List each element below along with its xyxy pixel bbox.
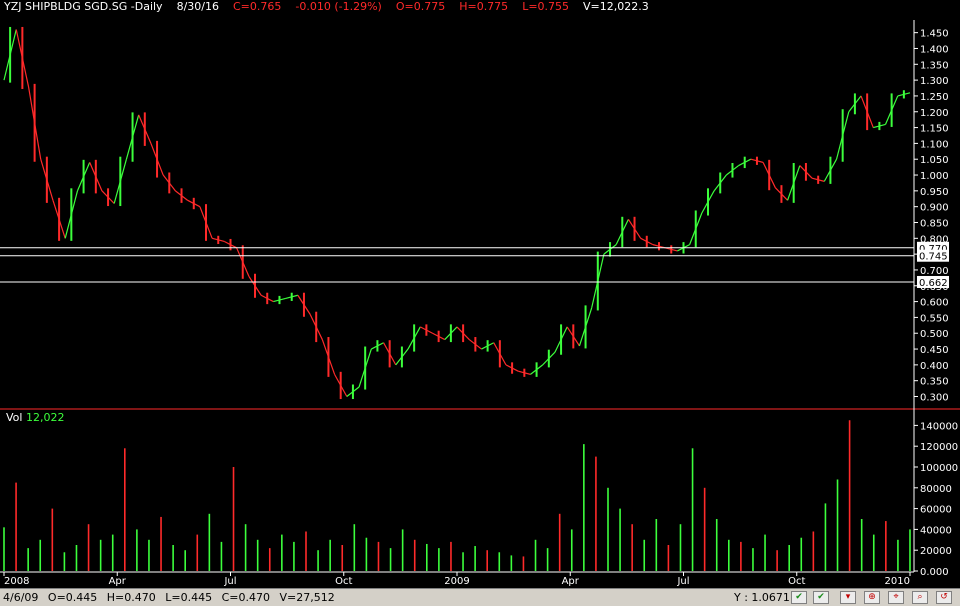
status-close: C=0.470	[221, 591, 270, 604]
time-tick-label: 2010	[885, 576, 910, 587]
checkmark-icon[interactable]: ✔	[791, 591, 807, 604]
chart-tool-icon[interactable]: ⊕	[864, 591, 880, 604]
price-tick-label: 1.400	[920, 44, 949, 55]
price-axis: 1.450 1.400 1.350 1.300 1.250 1.200 1.150 1.100…	[914, 29, 949, 404]
time-axis: 2008 Apr Jul Oct 2009 Apr Jul Oct 2010	[3, 572, 911, 587]
chart-tool-icon[interactable]: ⌖	[888, 591, 904, 604]
price-tick-label: 0.600	[920, 298, 949, 309]
volume-tick-label: 140000	[920, 421, 958, 432]
chart-header: YZJ SHIPBLDG SGD.SG -Daily 8/30/16 C=0.765…	[4, 0, 663, 14]
volume-value: 12,022	[25, 411, 65, 424]
price-tick-label: 1.350	[920, 60, 949, 71]
price-tick-label: 0.850	[920, 218, 949, 229]
volume-tick-label: 80000	[920, 484, 952, 495]
horizontal-lines[interactable]	[0, 247, 914, 283]
price-tick-label: 0.350	[920, 377, 949, 388]
price-tick-label: 0.400	[920, 361, 949, 372]
y-readout: Y : 1.0671	[734, 591, 790, 604]
volume-tick-label: 60000	[920, 505, 952, 516]
price-tick-label: 1.100	[920, 139, 949, 150]
status-low: L=0.445	[165, 591, 213, 604]
status-volume: V=27,512	[279, 591, 335, 604]
header-high: H=0.775	[459, 0, 509, 13]
time-tick-label: 2008	[4, 576, 29, 587]
volume-tick-label: 120000	[920, 442, 958, 453]
price-tick-label: 1.150	[920, 124, 949, 135]
time-tick-label: Apr	[562, 576, 580, 587]
volume-tick-label: 40000	[920, 525, 952, 536]
price-bars	[3, 26, 911, 400]
price-tick-label: 1.050	[920, 155, 949, 166]
price-tick-label: 0.450	[920, 345, 949, 356]
price-volume-chart[interactable]: 1.450 1.400 1.350 1.300 1.250 1.200 1.150 1.100…	[0, 0, 960, 588]
header-date: 8/30/16	[176, 0, 219, 13]
chart-tool-icon[interactable]: ▾	[840, 591, 856, 604]
price-tick-label: 0.900	[920, 203, 949, 214]
volume-axis: 140000 120000 100000 80000 60000 40000 20000 0.…	[914, 421, 958, 578]
chart-tool-icon[interactable]: ↺	[936, 591, 952, 604]
volume-header: Vol 12,022	[6, 411, 64, 424]
header-low: L=0.755	[522, 0, 570, 13]
horizontal-line-label: 0.745	[919, 252, 948, 263]
price-tick-label: 1.450	[920, 29, 949, 40]
price-tick-label: 0.500	[920, 329, 949, 340]
status-date: 4/6/09	[3, 591, 39, 604]
time-tick-label: Apr	[109, 576, 127, 587]
horizontal-line-label: 0.662	[919, 278, 948, 289]
header-volume: V=12,022.3	[583, 0, 649, 13]
price-tick-label: 0.550	[920, 313, 949, 324]
symbol-title: YZJ SHIPBLDG SGD.SG -Daily	[4, 0, 163, 13]
volume-tick-label: 0.000	[920, 567, 949, 578]
time-tick-label: Oct	[788, 576, 805, 587]
volume-label: Vol	[6, 411, 23, 424]
time-tick-label: Jul	[676, 576, 689, 587]
time-tick-label: Oct	[335, 576, 352, 587]
price-tick-label: 1.300	[920, 76, 949, 87]
checkmark-icon[interactable]: ✔	[813, 591, 829, 604]
price-tick-label: 1.250	[920, 92, 949, 103]
price-tick-label: 0.700	[920, 266, 949, 277]
volume-tick-label: 20000	[920, 546, 952, 557]
header-change: -0.010 (-1.29%)	[295, 0, 382, 13]
time-tick-label: Jul	[223, 576, 236, 587]
price-tick-label: 0.950	[920, 187, 949, 198]
header-open: O=0.775	[395, 0, 446, 13]
header-close: C=0.765	[232, 0, 282, 13]
status-bar: 4/6/09 O=0.445 H=0.470 L=0.445 C=0.470 V…	[0, 588, 960, 606]
time-tick-label: 2009	[444, 576, 469, 587]
status-high: H=0.470	[106, 591, 156, 604]
status-ohlc: 4/6/09 O=0.445 H=0.470 L=0.445 C=0.470 V…	[3, 589, 341, 606]
volume-bars	[3, 420, 911, 571]
chart-tool-icon[interactable]: ⌕	[912, 591, 928, 604]
status-open: O=0.445	[47, 591, 98, 604]
price-tick-label: 1.000	[920, 171, 949, 182]
price-tick-label: 0.300	[920, 393, 949, 404]
volume-tick-label: 100000	[920, 463, 958, 474]
price-tick-label: 1.200	[920, 108, 949, 119]
